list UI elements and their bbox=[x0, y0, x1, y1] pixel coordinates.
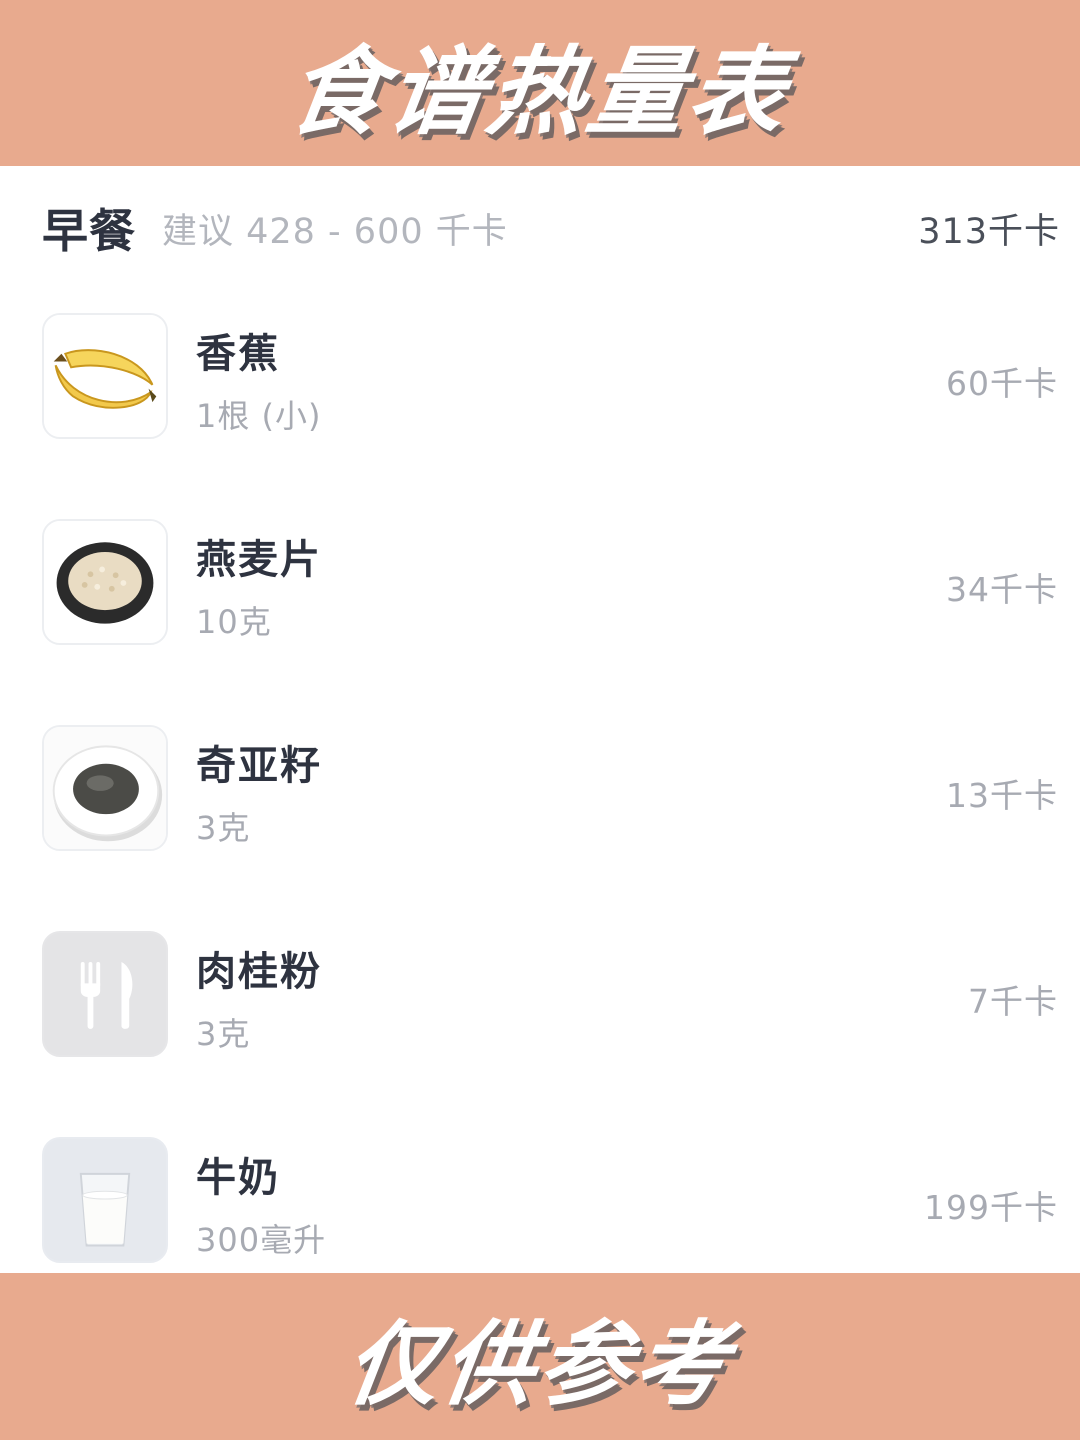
food-name: 奇亚籽 bbox=[196, 743, 322, 789]
bottom-banner: 仅供参考 bbox=[0, 1273, 1080, 1440]
food-calories: 34千卡 bbox=[946, 570, 1058, 609]
food-amount: 3克 bbox=[196, 1015, 251, 1053]
food-name: 牛奶 bbox=[196, 1155, 280, 1201]
food-amount: 3克 bbox=[196, 809, 251, 847]
oatmeal-icon bbox=[42, 519, 168, 645]
page-title: 食谱热量表 bbox=[280, 35, 797, 148]
food-calories: 60千卡 bbox=[946, 364, 1058, 403]
meal-calorie-total: 313千卡 bbox=[918, 211, 1060, 252]
food-calories: 7千卡 bbox=[968, 982, 1058, 1021]
banana-icon bbox=[42, 313, 168, 439]
food-name: 肉桂粉 bbox=[196, 949, 322, 995]
food-item-oatmeal[interactable]: 燕麦片 10克 34千卡 bbox=[0, 519, 1080, 649]
milk-glass-icon bbox=[42, 1137, 168, 1263]
food-amount: 300毫升 bbox=[196, 1221, 327, 1259]
meal-title: 早餐 bbox=[42, 204, 136, 258]
food-item-cinnamon[interactable]: 肉桂粉 3克 7千卡 bbox=[0, 931, 1080, 1061]
meal-calorie-suggestion: 建议 428 - 600 千卡 bbox=[162, 211, 508, 252]
food-item-milk[interactable]: 牛奶 300毫升 199千卡 bbox=[0, 1137, 1080, 1267]
footer-note: 仅供参考 bbox=[339, 1311, 739, 1418]
top-banner: 食谱热量表 bbox=[0, 0, 1080, 166]
food-calories: 199千卡 bbox=[924, 1188, 1058, 1227]
food-item-chia-seeds[interactable]: 奇亚籽 3克 13千卡 bbox=[0, 725, 1080, 855]
chia-seeds-icon bbox=[42, 725, 168, 851]
meal-header: 早餐 建议 428 - 600 千卡 313千卡 bbox=[42, 190, 1060, 266]
food-amount: 1根 (小) bbox=[196, 397, 322, 435]
food-name: 香蕉 bbox=[196, 331, 280, 377]
fork-knife-icon bbox=[42, 931, 168, 1057]
food-item-banana[interactable]: 香蕉 1根 (小) 60千卡 bbox=[0, 313, 1080, 443]
food-amount: 10克 bbox=[196, 603, 272, 641]
food-name: 燕麦片 bbox=[196, 537, 322, 583]
food-calories: 13千卡 bbox=[946, 776, 1058, 815]
